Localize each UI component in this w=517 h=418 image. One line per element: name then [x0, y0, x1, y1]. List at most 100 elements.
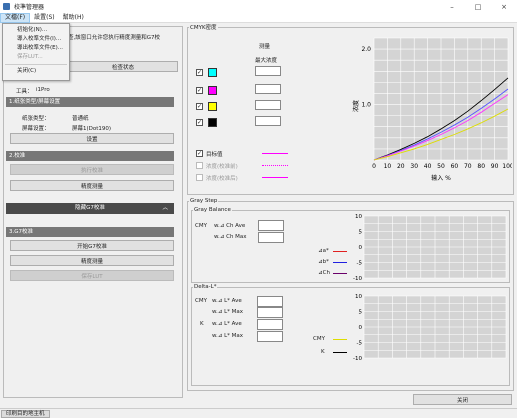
swatch-y [208, 102, 217, 111]
hide-g7-label: 隐藏G7校准 [75, 205, 105, 211]
x-tick-label: 30 [410, 163, 418, 170]
ch-max-field[interactable] [258, 232, 284, 243]
swatch-k [208, 118, 217, 127]
x-tick-label: 100 [502, 163, 512, 170]
screen-setting-value: 屏幕1(Dot190) [72, 126, 112, 132]
app-icon [3, 3, 10, 10]
tool-value: i1Pro [36, 87, 50, 93]
ch-max-label: w.⊿ Ch Max [214, 234, 247, 240]
k-l-ave-label: w.⊿ L* Ave [212, 321, 242, 327]
menu-export[interactable]: 導出校準文件(E)... [3, 44, 69, 53]
chevron-up-icon: ︿ [162, 205, 168, 211]
y-axis-label: 浓度 [352, 100, 360, 112]
menu-import[interactable]: 導入校準文件(I)... [3, 35, 69, 44]
gb-cmy-label: CMY [195, 223, 207, 229]
gray-step-title: Gray Step [189, 198, 219, 204]
max-density-label: 最大浓度 [255, 58, 278, 64]
x-axis-label: 输入 % [431, 174, 451, 182]
menu-file[interactable]: 文檔(F) [0, 12, 31, 23]
menu-bar: 文檔(F) 設置(S) 幫助(H) [0, 12, 517, 23]
paper-type-label: 纸张类型： [22, 116, 50, 122]
legend-cmy-label: CMY [313, 336, 325, 342]
settings-button[interactable]: 设置 [10, 133, 174, 144]
x-tick-label: 80 [477, 163, 485, 170]
x-tick-label: 40 [424, 163, 432, 170]
legend-dch-line [333, 273, 347, 274]
checkbox-y[interactable]: ✓ [196, 103, 203, 110]
legend-cmy-line [333, 339, 347, 340]
ch-ave-label: w.⊿ Ch Ave [214, 223, 246, 229]
x-tick-label: 20 [397, 163, 405, 170]
after-calib-checkbox[interactable] [196, 174, 203, 181]
section-paper-screen-header: 1.纸张类型/屏幕设置 [6, 97, 174, 107]
measure-label: 测量 [259, 44, 271, 50]
y-tick-label: 2.0 [361, 46, 371, 53]
before-calib-label: 浓度(校准前) [206, 164, 238, 170]
calibration-manager-window: 校準管理器 – □ × 文檔(F) 設置(S) 幫助(H) 查,該窗口允许您执行… [0, 0, 517, 418]
menu-help[interactable]: 幫助(H) [59, 13, 88, 23]
cmy-l-max-field[interactable] [257, 307, 283, 318]
section-g7-header: 3.G7校准 [6, 227, 174, 237]
dl-cmy-label: CMY [195, 298, 207, 304]
target-checkbox[interactable]: ✓ [196, 150, 203, 157]
precision-measure-button[interactable]: 精度测量 [10, 180, 174, 191]
swatch-c [208, 68, 217, 77]
density-k-field[interactable] [255, 116, 281, 126]
density-c-field[interactable] [255, 66, 281, 76]
density-m-field[interactable] [255, 84, 281, 94]
status-tab[interactable]: 印刷目的地主机 [1, 410, 50, 418]
menu-save-lut[interactable]: 保存LUT... [3, 53, 69, 62]
cmy-l-ave-label: w.⊿ L* Ave [212, 298, 242, 304]
k-l-max-field[interactable] [257, 331, 283, 342]
after-calib-legend-line [262, 177, 288, 178]
close-button[interactable]: 关闭 [413, 394, 512, 405]
x-tick-label: 0 [372, 163, 376, 170]
delta-l-title: Delta-L* [193, 284, 218, 290]
k-l-max-label: w.⊿ L* Max [212, 333, 244, 339]
legend-da-line [333, 251, 347, 252]
y-tick-label: 5 [359, 230, 363, 236]
density-y-field[interactable] [255, 100, 281, 110]
g7-precision-measure-button[interactable]: 精度测量 [10, 255, 174, 266]
gray-balance-chart: 10 5 0 -5 -10 [353, 214, 507, 280]
hide-g7-toggle[interactable]: 隐藏G7校准 ︿ [6, 203, 174, 214]
y-tick-label: 10 [355, 294, 362, 300]
ch-ave-field[interactable] [258, 220, 284, 231]
y-tick-label: -5 [357, 341, 363, 347]
start-g7-button[interactable]: 开始G7校准 [10, 240, 174, 251]
x-tick-label: 90 [491, 163, 499, 170]
minimize-button[interactable]: – [439, 0, 465, 13]
status-bar: 印刷目的地主机 [0, 408, 517, 418]
x-tick-label: 10 [384, 163, 392, 170]
checkbox-m[interactable]: ✓ [196, 87, 203, 94]
cmy-l-ave-field[interactable] [257, 296, 283, 307]
checkbox-k[interactable]: ✓ [196, 119, 203, 126]
menu-initialize[interactable]: 初始化(N)... [3, 26, 69, 35]
target-label: 目标值 [206, 152, 223, 158]
legend-da-label: ⊿a* [318, 248, 329, 254]
execute-calibration-button[interactable]: 执行校准 [10, 164, 174, 175]
before-calib-checkbox[interactable] [196, 162, 203, 169]
check-status-button[interactable]: 检查状态 [68, 61, 178, 72]
y-tick-label: -5 [357, 261, 363, 267]
legend-db-label: ⊿b* [318, 259, 329, 265]
maximize-button[interactable]: □ [465, 0, 491, 13]
close-window-button[interactable]: × [491, 0, 517, 13]
window-title: 校準管理器 [14, 4, 45, 11]
y-tick-label: -10 [353, 276, 362, 280]
tool-label: 工具： [16, 89, 33, 95]
y-tick-label: 10 [355, 214, 362, 220]
legend-db-line [333, 262, 347, 263]
menu-close[interactable]: 关闭(C) [3, 67, 69, 76]
y-tick-label: 0 [359, 245, 363, 251]
menu-settings[interactable]: 設置(S) [30, 13, 59, 23]
k-l-ave-field[interactable] [257, 319, 283, 330]
y-tick-label: 5 [359, 310, 363, 316]
checkbox-c[interactable]: ✓ [196, 69, 203, 76]
delta-l-chart: 10 5 0 -5 -10 [353, 294, 507, 360]
y-tick-label: 1.0 [361, 102, 371, 109]
save-lut-button[interactable]: 保存LUT [10, 270, 174, 281]
density-chart: 0 10 20 30 40 50 60 70 80 90 100 1.0 2.0 输入 % 浓度 [352, 37, 512, 182]
title-bar: 校準管理器 – □ × [0, 0, 517, 13]
file-menu-dropdown: 初始化(N)... 導入校準文件(I)... 導出校準文件(E)... 保存LU… [2, 23, 70, 81]
